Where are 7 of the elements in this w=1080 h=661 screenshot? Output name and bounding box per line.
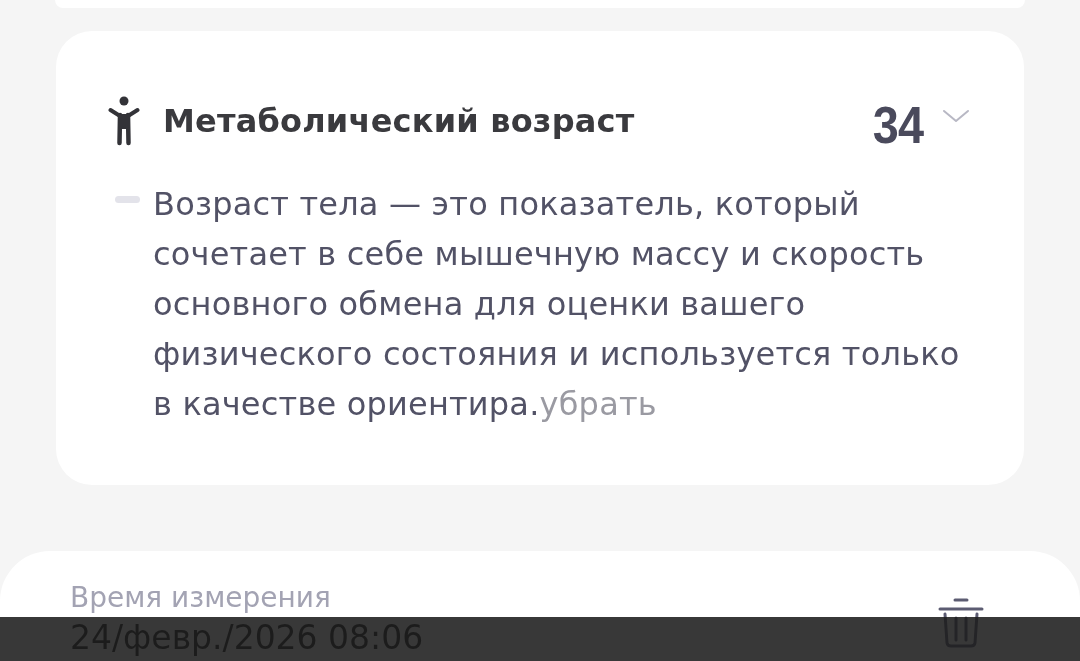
measurement-label: Время измерения [70, 581, 331, 615]
dash-icon [115, 196, 140, 203]
metric-value: 34 [872, 99, 924, 151]
description-text: Возраст тела — это показатель, который сочетает в себе мышечную массу и скорость основного обмена для оценки вашего физического состояния и используется только в качестве ориентира.убрать [153, 184, 961, 425]
person-icon [108, 96, 140, 146]
metric-title: Метаболический возраст [163, 102, 635, 140]
dismiss-link[interactable]: убрать [539, 385, 657, 423]
